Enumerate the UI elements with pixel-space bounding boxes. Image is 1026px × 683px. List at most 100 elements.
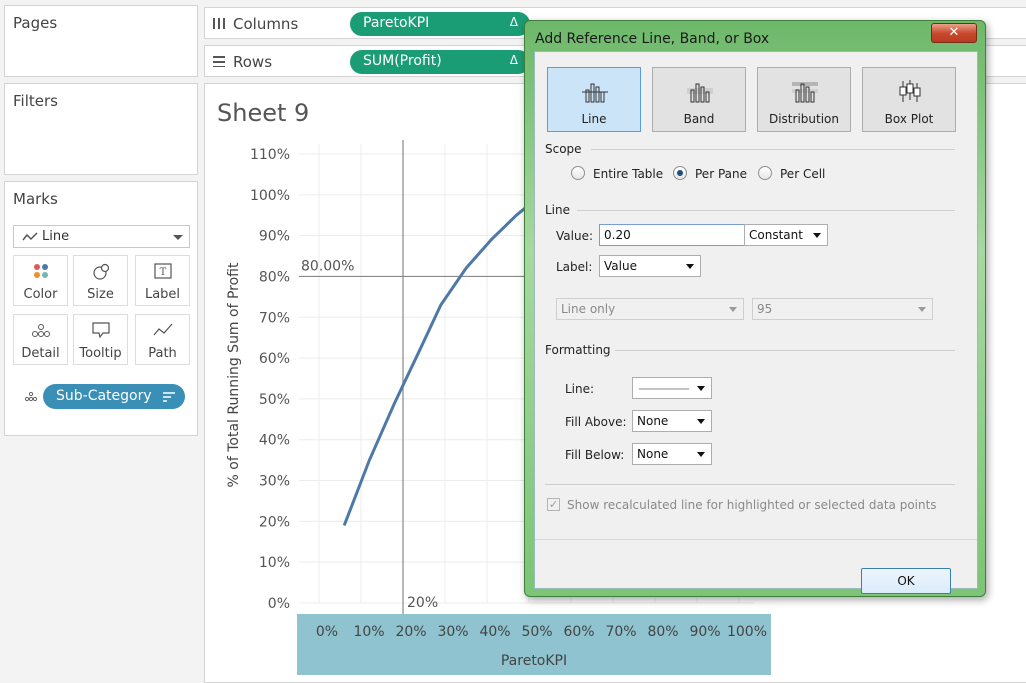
sum-profit-pill[interactable]: SUM(Profit) Δ [350,50,530,74]
color-icon [34,264,48,278]
size-label: Size [87,287,114,302]
sub-category-pill-label: Sub-Category [56,388,152,404]
label-select[interactable]: Value [599,255,701,277]
x-tick-label: 20% [395,624,426,640]
line-style-select[interactable] [632,377,712,399]
mark-type-label: Line [42,229,70,244]
y-tick-label: 60% [259,351,290,367]
x-tick-label: 40% [479,624,510,640]
footer-divider [535,539,977,540]
line-section-title: Line [545,203,571,217]
y-tick-label: 70% [259,310,290,326]
x-tick-label: 30% [437,624,468,640]
marks-title: Marks [13,190,58,208]
x-tick-label: 50% [521,624,552,640]
chevron-down-icon [729,307,737,312]
detail-small-icon [24,392,38,402]
box-plot-icon [899,80,921,102]
line-mark-icon [22,232,38,241]
detail-icon [32,324,50,337]
series-line [342,193,543,526]
y-axis-title: % of Total Running Sum of Profit [226,262,242,487]
ok-button[interactable]: OK [861,568,951,594]
line-only-select: Line only [556,298,744,320]
line-divider [577,210,955,211]
type-box-plot-label: Box Plot [884,112,934,126]
size-button[interactable]: Size [73,255,128,306]
paretokpi-pill-label: ParetoKPI [363,15,430,31]
reference-line-y-label: 80.00% [301,258,354,274]
delta-icon: Δ [509,15,518,29]
line-only-text: Line only [561,302,616,316]
distribution-icon [792,82,818,103]
x-tick-label: 100% [727,624,767,640]
value-input-text: 0.20 [604,228,631,242]
scope-per-cell-radio[interactable] [758,166,772,180]
recalc-checkbox: ✓ [547,498,560,511]
chevron-down-icon [697,419,705,424]
y-tick-label: 110% [250,147,290,163]
type-box-plot-button[interactable]: Box Plot [862,67,956,132]
formatting-divider [615,350,955,351]
x-axis-title: ParetoKPI [501,653,567,669]
path-label: Path [148,346,177,361]
y-tick-label: 90% [259,229,290,245]
path-button[interactable]: Path [135,314,190,365]
rows-label: Rows [233,53,273,71]
rows-icon [213,56,225,67]
formatting-section-title: Formatting [545,343,611,357]
value-label: Value: [556,229,593,243]
y-tick-label: 10% [259,555,290,571]
color-button[interactable]: Color [13,255,68,306]
sub-category-pill[interactable]: Sub-Category [43,384,185,409]
filters-card: Filters [4,83,198,175]
size-icon [93,263,110,280]
y-tick-label: 50% [259,392,290,408]
type-line-button[interactable]: Line [547,67,641,132]
scope-entire-table-radio[interactable] [571,166,585,180]
label-button[interactable]: T Label [135,255,190,306]
type-distribution-label: Distribution [768,112,839,126]
y-tick-label: 30% [259,474,290,490]
detail-label: Detail [21,346,60,361]
marks-card: Marks Line Color Size T Label Detail Too… [4,181,198,436]
dialog-title: Add Reference Line, Band, or Box [535,31,770,47]
chevron-down-icon [173,235,183,240]
value-input[interactable]: 0.20 [599,224,745,246]
confidence-text: 95 [757,302,773,316]
scope-per-pane-radio[interactable] [673,166,687,180]
x-tick-label: 70% [605,624,636,640]
filters-title: Filters [13,92,58,110]
chevron-down-icon [686,264,694,269]
y-tick-label: 0% [268,596,290,612]
mark-type-dropdown[interactable]: Line [13,225,190,248]
scope-section-title: Scope [545,142,582,156]
sort-icon [163,392,175,402]
close-button[interactable]: ✕ [931,23,977,43]
type-distribution-button[interactable]: Distribution [757,67,851,132]
tooltip-button[interactable]: Tooltip [73,314,128,365]
chevron-down-icon [813,233,821,238]
delta-icon: Δ [509,53,518,67]
type-band-button[interactable]: Band [652,67,746,132]
line-style-swatch [639,388,689,390]
fill-below-label: Fill Below: [565,448,625,462]
pages-title: Pages [13,14,58,32]
fill-above-select[interactable]: None [632,410,712,432]
confidence-select: 95 [752,298,933,320]
detail-button[interactable]: Detail [13,314,68,365]
type-line-label: Line [581,112,607,126]
tooltip-icon [92,322,110,339]
reference-band-icon [687,83,713,103]
y-tick-label: 100% [250,188,290,204]
paretokpi-pill[interactable]: ParetoKPI Δ [350,12,530,36]
sum-profit-pill-label: SUM(Profit) [363,53,442,69]
scope-divider [591,149,955,150]
label-select-text: Value [604,259,637,273]
x-tick-label: 90% [689,624,720,640]
fill-below-select[interactable]: None [632,443,712,465]
y-tick-label: 20% [259,514,290,530]
scope-entire-table-label: Entire Table [593,167,664,181]
reference-line-icon [582,83,608,103]
value-type-select[interactable]: Constant [744,224,828,246]
